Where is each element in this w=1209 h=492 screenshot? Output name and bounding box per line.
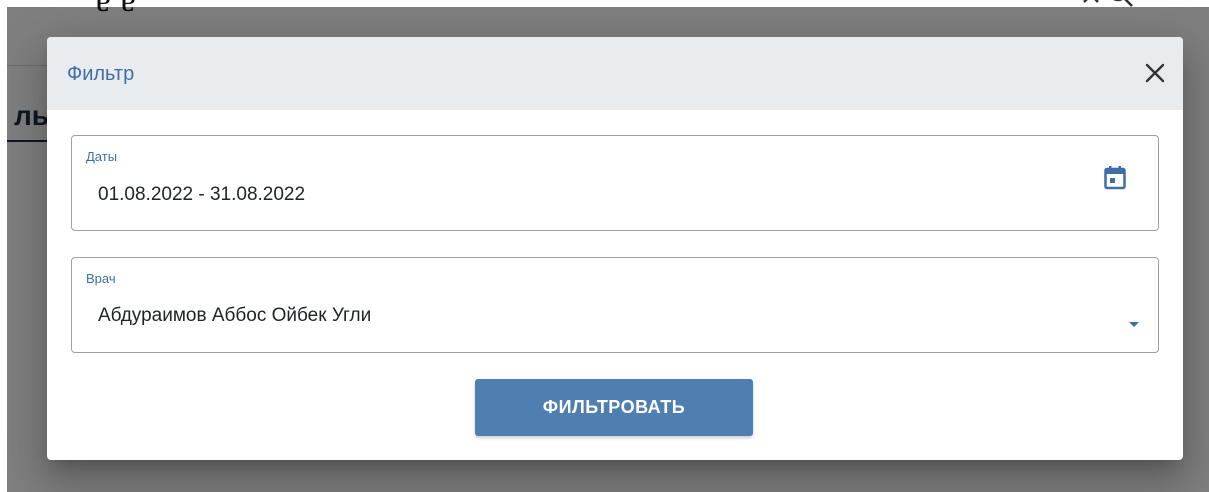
date-range-value[interactable]: 01.08.2022 - 31.08.2022 <box>98 184 305 206</box>
left-margin <box>0 0 7 492</box>
date-range-field[interactable]: Даты 01.08.2022 - 31.08.2022 <box>71 135 1159 231</box>
calendar-button[interactable] <box>1104 166 1126 190</box>
doctor-select[interactable]: Врач Абдураимов Аббос Ойбек Угли <box>71 257 1159 353</box>
filter-button[interactable]: ФИЛЬТРОВАТЬ <box>475 379 753 436</box>
doctor-label: Врач <box>86 271 116 286</box>
doctor-value[interactable]: Абдураимов Аббос Ойбек Угли <box>98 305 371 327</box>
filter-dialog: Фильтр Даты 01.08.2022 - 31.08.2022 Врач… <box>47 37 1183 460</box>
dialog-header: Фильтр <box>47 37 1183 110</box>
date-range-label: Даты <box>86 149 118 164</box>
close-button[interactable] <box>1141 59 1169 87</box>
close-icon[interactable] <box>1141 59 1169 87</box>
calendar-icon[interactable] <box>1104 166 1126 190</box>
chevron-down-icon[interactable] <box>1128 321 1140 329</box>
dropdown-toggle[interactable] <box>1128 316 1140 327</box>
dialog-title: Фильтр <box>67 63 135 85</box>
